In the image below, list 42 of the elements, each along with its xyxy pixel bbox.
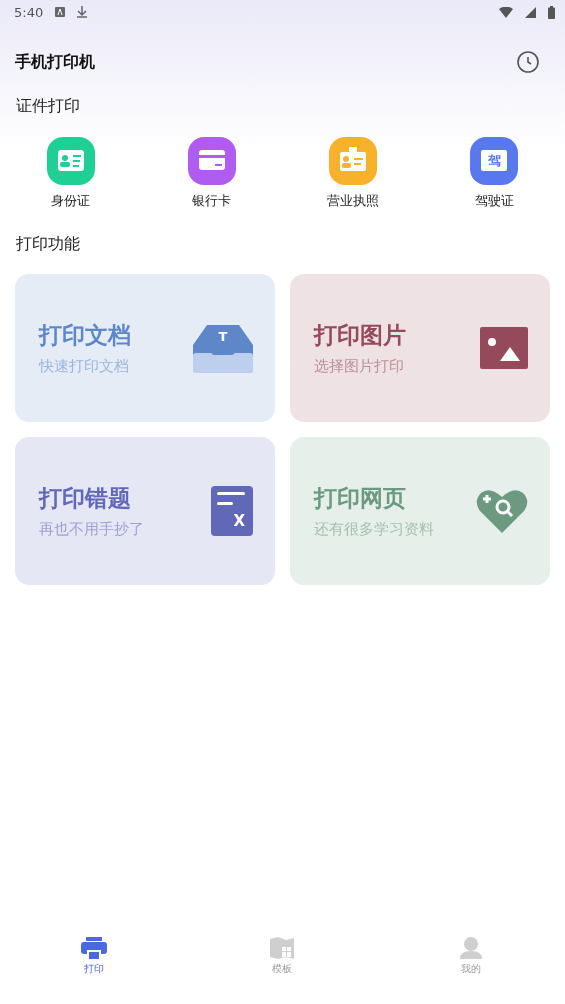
battery-icon (548, 5, 555, 19)
item-label[interactable]: 驾驶证 (474, 193, 514, 210)
nav-tab[interactable]: 模板 (188, 937, 377, 976)
id-card-icon[interactable] (46, 137, 95, 185)
item-label[interactable]: 银行卡 (192, 193, 232, 210)
feature-card[interactable]: 打印文档 快速打印文档 T (15, 274, 275, 422)
item-label[interactable]: 身份证 (51, 193, 91, 210)
feature-card[interactable]: 打印错题 再也不用手抄了 X (15, 437, 275, 585)
card-title: 打印错题 (39, 484, 132, 513)
card-subtitle: 快速打印文档 (39, 357, 130, 376)
icon-glyph: X (233, 512, 245, 530)
card-title: 打印图片 (314, 321, 406, 350)
image-icon (480, 327, 528, 369)
section-title: 证件打印 (15, 96, 81, 117)
history-icon[interactable] (517, 51, 539, 73)
card-subtitle: 选择图片打印 (314, 357, 405, 376)
app-title: 手机打印机 (15, 51, 95, 73)
heart-search-icon (476, 489, 528, 533)
card-subtitle: 还有很多学习资料 (314, 520, 434, 539)
printer-icon (81, 937, 108, 959)
status-time: 5:40 (14, 4, 44, 20)
license-icon[interactable] (470, 137, 519, 185)
tray-icon (193, 323, 253, 373)
signal-icon (525, 6, 536, 18)
item-label[interactable]: 营业执照 (327, 193, 380, 210)
feature-card[interactable]: 打印图片 选择图片打印 (290, 274, 550, 422)
map-icon (270, 937, 295, 959)
nav-tab[interactable]: 打印 (0, 937, 189, 976)
download-icon (77, 6, 88, 18)
icon-glyph: 驾 (487, 152, 501, 170)
icon-glyph: T (218, 329, 228, 344)
section-title: 打印功能 (15, 234, 81, 255)
card-title: 打印文档 (39, 321, 131, 350)
document-icon (211, 486, 253, 536)
person-icon (459, 937, 482, 959)
notification-icon (55, 7, 66, 17)
card-subtitle: 再也不用手抄了 (39, 520, 144, 539)
nav-tab[interactable]: 我的 (376, 937, 565, 976)
wifi-icon (499, 6, 513, 18)
bank-card-icon[interactable] (187, 137, 236, 185)
feature-card[interactable]: 打印网页 还有很多学习资料 (290, 437, 550, 585)
card-title: 打印网页 (314, 484, 407, 513)
